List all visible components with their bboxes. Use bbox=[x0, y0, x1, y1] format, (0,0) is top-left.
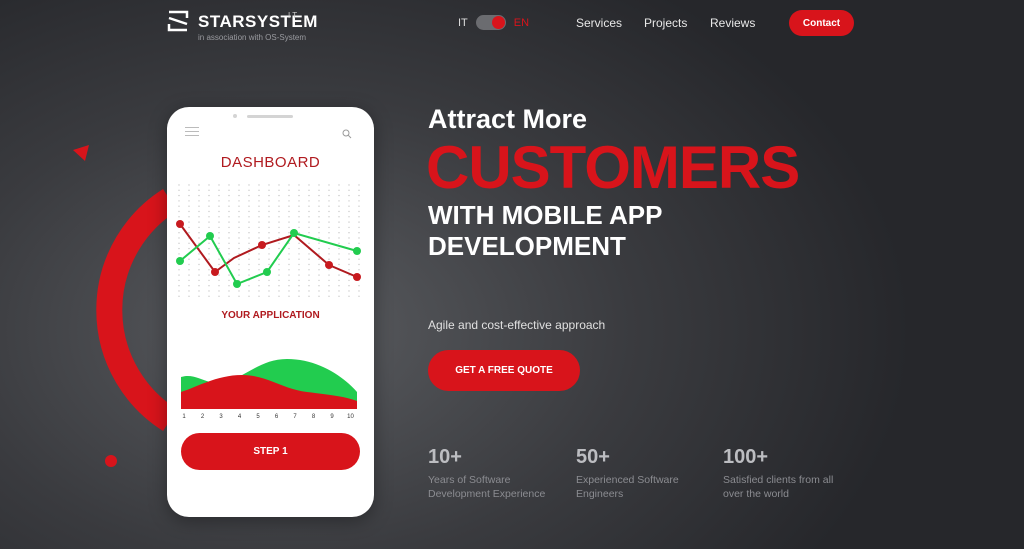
hero-heading-subline: WITH MOBILE APP DEVELOPMENT bbox=[428, 200, 662, 262]
contact-button[interactable]: Contact bbox=[789, 10, 854, 36]
decorative-red-dot bbox=[105, 455, 117, 467]
area-axis-label: 8 bbox=[312, 414, 316, 420]
hero-heading-line1: Attract More bbox=[428, 104, 588, 134]
application-area-chart: 1 2 3 4 5 6 7 8 9 10 bbox=[181, 359, 357, 420]
get-free-quote-button[interactable]: GET A FREE QUOTE bbox=[428, 350, 580, 391]
language-switcher: IT EN bbox=[458, 15, 529, 30]
stat-value: 10+ bbox=[428, 446, 462, 468]
stat-label: Satisfied clients from all over the worl… bbox=[723, 474, 834, 500]
dashboard-line-chart bbox=[176, 184, 361, 297]
phone-mockup: DASHBOARD YOUR APPLICATION 1 2 3 4 5 6 7 8 9 10 S… bbox=[167, 107, 374, 517]
nav-projects-link[interactable]: Projects bbox=[644, 16, 687, 30]
language-it-label[interactable]: IT bbox=[458, 17, 468, 29]
stat-clients: 100+ Satisfied clients from all over the… bbox=[723, 446, 853, 501]
stat-value: 50+ bbox=[576, 446, 610, 468]
phone-camera bbox=[233, 114, 237, 118]
area-axis-label: 5 bbox=[256, 414, 260, 420]
stat-engineers: 50+ Experienced Software Engineers bbox=[576, 446, 706, 501]
hero-heading-customers: CUSTOMERS bbox=[426, 134, 800, 201]
your-application-title: YOUR APPLICATION bbox=[221, 310, 320, 321]
area-axis-label: 2 bbox=[201, 414, 205, 420]
stat-years: 10+ Years of Software Development Experi… bbox=[428, 446, 558, 501]
area-axis-label: 6 bbox=[275, 414, 279, 420]
area-axis-labels: 1 2 3 4 5 6 7 8 9 10 bbox=[182, 414, 354, 420]
hamburger-icon bbox=[185, 127, 199, 139]
area-axis-label: 4 bbox=[238, 414, 242, 420]
brand-subtitle: in association with OS-System bbox=[198, 33, 307, 42]
area-axis-label: 7 bbox=[293, 414, 297, 420]
dashboard-title: DASHBOARD bbox=[220, 154, 321, 171]
stat-label: Experienced Software Engineers bbox=[576, 474, 679, 500]
brand-name: STARSYSTEM bbox=[198, 12, 318, 31]
green-series-line bbox=[179, 231, 358, 286]
area-axis-label: 3 bbox=[219, 414, 223, 420]
language-en-label[interactable]: EN bbox=[514, 17, 529, 29]
hero-heading-line3: WITH MOBILE APP bbox=[428, 200, 663, 230]
stat-value: 100+ bbox=[723, 446, 769, 468]
area-axis-label: 9 bbox=[330, 414, 334, 420]
step-1-button[interactable]: STEP 1 bbox=[181, 433, 360, 470]
hero-tagline: Agile and cost-effective approach bbox=[428, 318, 606, 332]
stat-label: Years of Software Development Experience bbox=[428, 474, 546, 500]
brand-suffix: IT bbox=[288, 11, 300, 20]
nav-reviews-link[interactable]: Reviews bbox=[710, 16, 755, 30]
decorative-red-arc bbox=[96, 189, 178, 431]
area-axis-label: 1 bbox=[182, 414, 186, 420]
decorative-triangle bbox=[73, 145, 89, 161]
language-toggle-knob bbox=[491, 16, 505, 29]
logo-mark-icon bbox=[167, 10, 189, 32]
hero-heading-line4: DEVELOPMENT bbox=[428, 231, 626, 261]
phone-speaker bbox=[247, 115, 293, 118]
area-axis-label: 10 bbox=[347, 414, 354, 420]
language-toggle[interactable] bbox=[475, 15, 506, 30]
nav-services-link[interactable]: Services bbox=[576, 16, 622, 30]
search-icon bbox=[342, 129, 352, 139]
